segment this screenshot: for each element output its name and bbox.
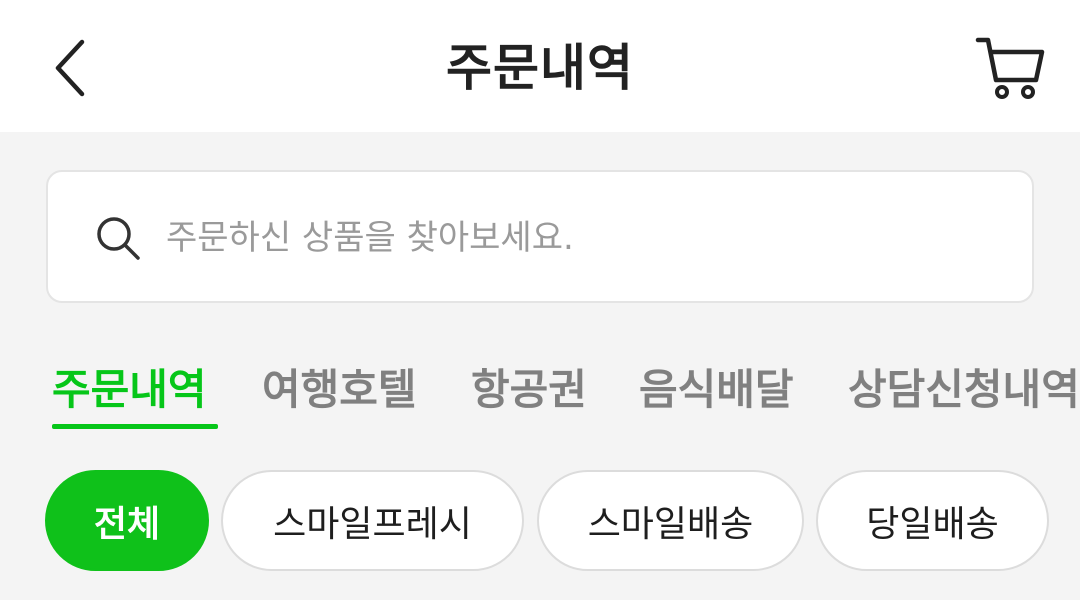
- tab-consultation-history[interactable]: 상담신청내역: [848, 362, 1080, 418]
- filter-chip-smile-fresh[interactable]: 스마일프레시: [221, 470, 524, 571]
- search-input[interactable]: [166, 202, 986, 274]
- tab-travel-hotel[interactable]: 여행호텔: [262, 362, 417, 418]
- filter-chip-same-day-delivery[interactable]: 당일배송: [816, 470, 1049, 571]
- category-tabs: 주문내역 여행호텔 항공권 음식배달 상담신청내역: [0, 350, 1080, 434]
- active-tab-indicator: [52, 424, 218, 429]
- cart-button[interactable]: [968, 28, 1052, 108]
- tab-flights[interactable]: 항공권: [471, 362, 587, 418]
- filter-chip-all[interactable]: 전체: [45, 470, 209, 571]
- tab-food-delivery[interactable]: 음식배달: [639, 362, 794, 418]
- page-title: 주문내역: [446, 39, 634, 97]
- cart-icon: [975, 37, 1045, 99]
- search-icon: [97, 217, 140, 260]
- search-box[interactable]: [46, 170, 1034, 303]
- filter-chip-smile-delivery[interactable]: 스마일배송: [537, 470, 804, 571]
- app-header: 주문내역: [0, 0, 1080, 132]
- tab-order-history[interactable]: 주문내역: [52, 362, 207, 418]
